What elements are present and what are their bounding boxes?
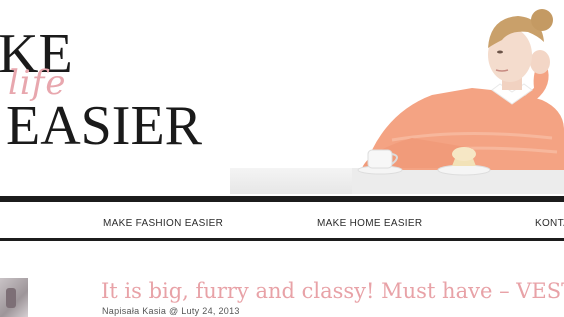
main-nav: MAKE FASHION EASIER MAKE HOME EASIER KON… xyxy=(0,202,564,238)
site-header: KE life EASIER xyxy=(0,0,564,196)
nav-bottom-rule xyxy=(0,238,564,241)
post-meta: Napisała Kasia @ Luty 24, 2013 xyxy=(102,306,240,316)
nav-item-make-home-easier[interactable]: MAKE HOME EASIER xyxy=(317,218,422,229)
post-title[interactable]: It is big, furry and classy! Must have –… xyxy=(101,278,564,304)
header-woman-illustration xyxy=(352,9,564,194)
nav-item-kontakt[interactable]: KONTA xyxy=(535,218,564,229)
nav-item-make-fashion-easier[interactable]: MAKE FASHION EASIER xyxy=(103,218,223,229)
post-thumbnail[interactable] xyxy=(0,278,28,317)
logo-text-bottom[interactable]: EASIER xyxy=(6,98,202,154)
